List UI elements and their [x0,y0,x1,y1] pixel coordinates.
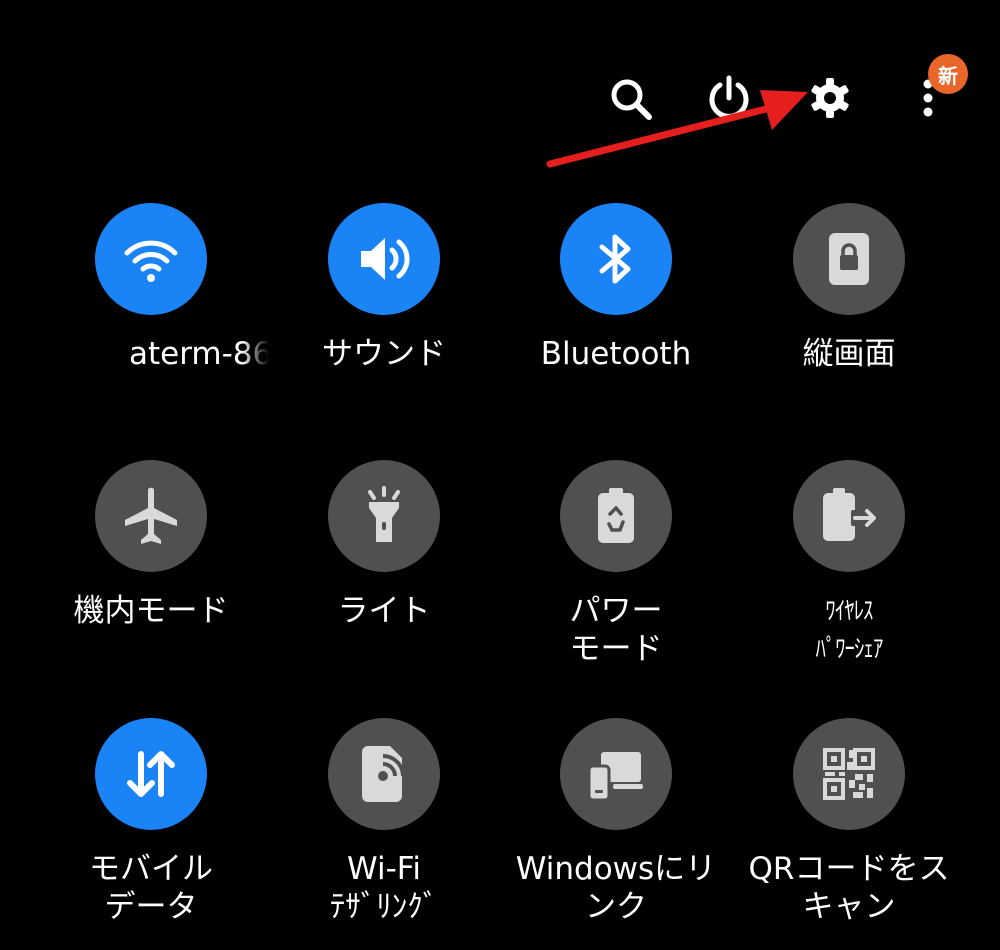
quick-tile-flashlight[interactable]: ライト [268,460,500,670]
gear-icon [811,78,849,118]
settings-button[interactable] [804,72,856,124]
tile-label-line: ﾊﾟﾜｰｼｪｱ [815,634,884,663]
quick-tile-bluetooth[interactable]: Bluetooth [500,203,732,413]
quick-tile-hotspot[interactable]: Wi-Fi ﾃｻﾞﾘﾝｸﾞ [268,718,500,928]
quick-tile-qr-code[interactable]: QRコードをス キャン [733,718,965,928]
tile-label-line: モバイル [89,851,213,887]
quick-tile-power-saving[interactable]: パワー モード [500,460,732,670]
tile-label-line: モード [569,631,663,667]
tile-label-line: 機内モード [73,593,229,629]
search-icon [611,79,652,120]
tile-label: 機内モード [35,592,267,630]
new-badge: 新 [928,54,968,94]
tile-label: aterm-861 [129,335,269,373]
tile-label: Bluetooth [500,335,732,373]
bluetooth-icon [591,229,641,289]
tile-toggle[interactable] [560,460,672,572]
airplane-icon [119,484,183,548]
tile-toggle[interactable] [328,718,440,830]
tile-toggle[interactable] [95,203,207,315]
tile-toggle[interactable] [95,718,207,830]
wireless-powershare-icon [817,484,881,548]
tile-toggle[interactable] [328,460,440,572]
tile-toggle[interactable] [560,718,672,830]
tile-label-line: Wi-Fi [347,851,421,887]
tile-label-line: QRコードをス [748,851,950,887]
quick-tile-orientation-lock[interactable]: 縦画面 [733,203,965,413]
tile-label: Windowsにリ ンク [500,850,732,926]
mobile-data-icon [121,744,181,804]
tile-label-line: 縦画面 [802,336,896,372]
quick-tile-airplane[interactable]: 機内モード [35,460,267,670]
flashlight-icon [356,484,412,548]
tile-label: モバイル データ [35,850,267,926]
tile-label-line: データ [104,889,198,925]
tile-toggle[interactable] [328,203,440,315]
tile-toggle[interactable] [560,203,672,315]
tile-toggle[interactable] [793,203,905,315]
tile-label: Wi-Fi ﾃｻﾞﾘﾝｸﾞ [268,850,500,926]
quick-tile-mobile-data[interactable]: モバイル データ [35,718,267,928]
search-button[interactable] [604,72,658,126]
tile-label-line: ﾃｻﾞﾘﾝｸﾞ [329,889,439,925]
tile-toggle[interactable] [95,460,207,572]
power-button[interactable] [700,70,758,126]
tile-label: サウンド [268,335,500,373]
tile-label-line: サウンド [322,336,446,372]
quick-panel-header: 新 [0,0,1000,190]
tile-label-line: ライト [337,593,431,629]
tile-label: パワー モード [500,592,732,668]
orientation-lock-icon [822,229,876,289]
wifi-icon [121,229,181,289]
tile-toggle[interactable] [793,460,905,572]
tile-label-line: ﾜｲﾔﾚｽ [825,596,873,625]
power-icon [709,75,749,119]
tile-label-line: aterm-861 [129,336,269,372]
tile-label: QRコードをス キャン [733,850,965,926]
hotspot-icon [356,742,412,806]
link-to-windows-icon [583,744,649,804]
quick-tile-link-to-windows[interactable]: Windowsにリ ンク [500,718,732,928]
tile-label-line: ンク [585,889,647,925]
tile-label-line: Windowsにリ [515,851,717,887]
tile-label: ライト [268,592,500,630]
tile-label-line: パワー [569,593,663,629]
tile-toggle[interactable] [793,718,905,830]
tile-label: 縦画面 [733,335,965,373]
qr-code-icon [819,744,879,804]
speaker-icon [353,228,415,290]
quick-tile-wifi[interactable]: aterm-861 [35,203,269,413]
quick-tile-wireless-powershare[interactable]: ﾜｲﾔﾚｽ ﾊﾟﾜｰｼｪｱ [733,460,965,670]
tile-label-line: Bluetooth [540,336,692,372]
quick-tile-speaker[interactable]: サウンド [268,203,500,413]
power-saving-icon [590,484,642,548]
tile-label-line: キャン [802,889,896,925]
tile-label: ﾜｲﾔﾚｽ ﾊﾟﾜｰｼｪｱ [754,592,944,668]
